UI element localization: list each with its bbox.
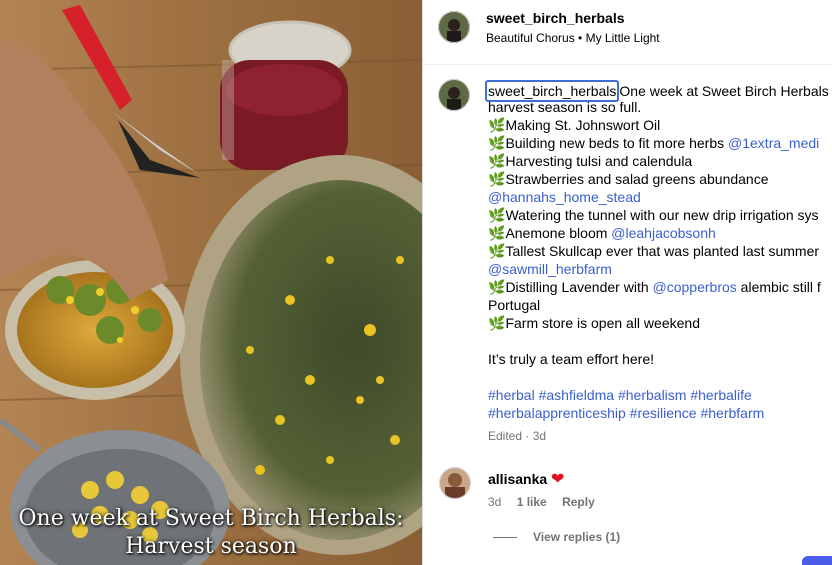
edited-timestamp: Edited · 3d [488, 429, 547, 443]
leaf-icon: 🌿 [488, 153, 506, 169]
mention-link[interactable]: @leahjacobsonh [611, 225, 716, 241]
post-header: sweet_birch_herbals Beautiful Chorus • M… [423, 0, 832, 65]
caption-item: Watering the tunnel with our new drip ir… [505, 207, 819, 223]
audio-track[interactable]: Beautiful Chorus • My Little Light [486, 31, 660, 45]
overlay-caption-line2: Harvest season [125, 534, 297, 559]
caption-closing: It’s truly a team effort here! [488, 351, 655, 367]
caption-item: Harvesting tulsi and calendula [505, 153, 693, 169]
header-username[interactable]: sweet_birch_herbals [486, 10, 625, 26]
post-photo [0, 0, 422, 565]
leaf-icon: 🌿 [488, 243, 506, 259]
leaf-icon: 🌿 [488, 207, 506, 223]
hashtags-line[interactable]: #herbalapprenticeship #resilience #herbf… [488, 404, 832, 422]
caption-text: harvest season is so full. [488, 99, 642, 115]
comment-age: 3d [488, 495, 502, 509]
leaf-icon: 🌿 [488, 225, 506, 241]
caption-item: Portugal [488, 297, 541, 313]
caption-item: Strawberries and salad greens abundance [505, 171, 769, 187]
comment-username[interactable]: allisanka [488, 471, 547, 487]
comment-meta: 3d 1 like Reply [488, 495, 607, 509]
mention-link[interactable]: @hannahs_home_stead [488, 189, 641, 205]
overlay-caption-line1: One week at Sweet Birch Herbals: [18, 506, 404, 531]
mention-link[interactable]: @copperbros [653, 279, 737, 295]
mention-link[interactable]: @1extra_medi [728, 135, 819, 151]
reply-button[interactable]: Reply [562, 495, 595, 509]
caption-item: Tallest Skullcap ever that was planted l… [505, 243, 820, 259]
caption-item: Farm store is open all weekend [505, 315, 700, 331]
caption-text: One week at Sweet Birch Herbals [619, 83, 829, 99]
leaf-icon: 🌿 [488, 135, 506, 151]
caption-item: Building new beds to fit more herbs [505, 135, 729, 151]
author-avatar[interactable] [438, 11, 470, 43]
comment: allisanka ❤ [488, 469, 564, 489]
caption-item: alembic still f [736, 279, 821, 295]
view-replies-button[interactable]: View replies (1) [493, 530, 620, 544]
caption-avatar[interactable] [438, 79, 470, 111]
leaf-icon: 🌿 [488, 279, 506, 295]
leaf-icon: 🌿 [488, 315, 506, 331]
heart-icon: ❤ [551, 471, 565, 488]
caption-item: Making St. Johnswort Oil [505, 117, 661, 133]
post-media[interactable]: One week at Sweet Birch Herbals: Harvest… [0, 0, 422, 565]
commenter-avatar[interactable] [439, 467, 471, 499]
comment-likes[interactable]: 1 like [517, 495, 547, 509]
hashtags-line[interactable]: #herbal #ashfieldma #herbalism #herbalif… [488, 386, 832, 404]
replies-line-icon [493, 537, 517, 539]
view-replies-label: View replies (1) [533, 530, 621, 544]
post-button[interactable] [802, 556, 832, 565]
leaf-icon: 🌿 [488, 171, 506, 187]
caption-item: Anemone bloom [505, 225, 612, 241]
mention-link[interactable]: @sawmill_herbfarm [488, 261, 612, 277]
post-details-panel: sweet_birch_herbals Beautiful Chorus • M… [423, 0, 832, 565]
leaf-icon: 🌿 [488, 117, 506, 133]
post-caption: sweet_birch_herbals One week at Sweet Bir… [485, 80, 832, 450]
jar-shape [220, 20, 352, 170]
caption-item: Distilling Lavender with [505, 279, 653, 295]
